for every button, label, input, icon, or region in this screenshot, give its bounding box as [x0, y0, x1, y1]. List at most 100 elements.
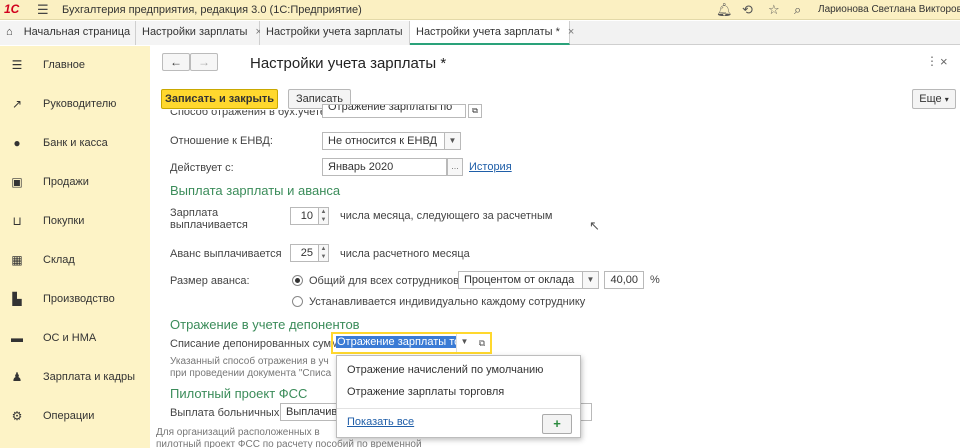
dropdown-option-trade[interactable]: Отражение зарплаты торговля: [347, 386, 504, 398]
search-icon[interactable]: ⌕: [794, 2, 801, 18]
deponent-note-line1: Указанный способ отражения в уч: [170, 356, 329, 367]
dropdown-option-default[interactable]: Отражение начислений по умолчанию: [347, 364, 543, 376]
salary-day-suffix: числа месяца, следующего за расчетным: [340, 210, 553, 222]
app-title: Бухгалтерия предприятия, редакция 3.0 (1…: [62, 4, 362, 16]
coin-icon: ●: [13, 136, 21, 150]
sidebar-item-main[interactable]: ☰ Главное: [0, 46, 150, 85]
save-and-close-button[interactable]: Записать и закрыть: [161, 89, 278, 109]
sick-pay-label: Выплата больничных:: [170, 407, 283, 419]
sidebar-item-label: ОС и НМА: [43, 332, 97, 344]
effective-date-field[interactable]: Январь 2020: [322, 158, 447, 176]
history-icon[interactable]: ⟲: [742, 2, 753, 18]
advance-day-stepper[interactable]: ▲ ▼: [319, 244, 329, 262]
person-icon: ♟: [11, 370, 23, 384]
dropdown-divider: [337, 408, 580, 409]
more-button[interactable]: Еще ▾: [912, 89, 956, 109]
back-button[interactable]: ←: [162, 53, 190, 71]
tab-label: Настройки учета зарплаты: [266, 26, 403, 38]
deponent-dropdown-icon[interactable]: ▼: [456, 334, 472, 352]
envd-field[interactable]: Не относится к ЕНВД: [322, 132, 445, 150]
envd-label: Отношение к ЕНВД:: [170, 135, 273, 147]
fss-section-title: Пилотный проект ФСС: [170, 386, 308, 401]
form-title: Настройки учета зарплаты *: [250, 55, 447, 72]
fss-note-line1: Для организаций расположенных в: [156, 427, 320, 438]
tab-label: Начальная страница: [23, 26, 131, 38]
factory-icon: ▙: [12, 292, 22, 306]
menu-lines-icon: ☰: [11, 58, 23, 72]
sidebar-item-purchases[interactable]: ⊔ Покупки: [0, 202, 150, 241]
more-label: Еще: [919, 93, 942, 105]
fss-note-line2: пилотный проект ФСС по расчету пособий п…: [156, 439, 422, 448]
sidebar-item-manager[interactable]: ↗ Руководителю: [0, 85, 150, 124]
chevron-down-icon: ▾: [944, 95, 949, 104]
user-name[interactable]: Ларионова Светлана Викторовна: [818, 4, 960, 15]
advance-day-input[interactable]: 25: [290, 244, 319, 262]
close-icon[interactable]: ×: [568, 26, 574, 38]
advance-day-suffix: числа расчетного месяца: [340, 248, 470, 260]
sidebar-item-production[interactable]: ▙ Производство: [0, 280, 150, 319]
forward-button[interactable]: →: [190, 53, 218, 71]
open-link-icon[interactable]: ⧉: [475, 335, 489, 351]
grid-icon: ▦: [11, 253, 23, 267]
main-menu-icon[interactable]: ☰: [37, 2, 49, 18]
sidebar-item-label: Главное: [43, 59, 86, 71]
tab-bar: ⌂ Начальная страница Настройки зарплаты ×…: [0, 21, 960, 45]
effective-label: Действует с:: [170, 162, 234, 174]
sidebar-item-bank[interactable]: ● Банк и касса: [0, 124, 150, 163]
radio-individual[interactable]: [292, 296, 303, 307]
sidebar-item-payroll[interactable]: ♟ Зарплата и кадры: [0, 358, 150, 397]
radio-common-label[interactable]: Общий для всех сотрудников: [309, 275, 459, 287]
envd-dropdown-icon[interactable]: ▼: [445, 132, 461, 150]
app-logo: 1С: [4, 2, 20, 16]
sidebar-item-label: Руководителю: [43, 98, 117, 110]
tab-home[interactable]: ⌂ Начальная страница: [0, 21, 136, 45]
mouse-cursor-icon: ↖: [589, 218, 600, 233]
sidebar-item-label: Продажи: [43, 176, 89, 188]
home-icon: ⌂: [6, 26, 13, 38]
truck-icon: ▬: [11, 331, 23, 345]
title-bar: 1С ☰ Бухгалтерия предприятия, редакция 3…: [0, 0, 960, 20]
add-item-button[interactable]: +: [542, 414, 572, 434]
bell-icon[interactable]: 🔔︎: [716, 2, 733, 18]
advance-mode-dropdown-icon[interactable]: ▼: [583, 271, 599, 289]
open-link-icon[interactable]: ⧉: [468, 104, 482, 118]
trend-icon: ↗: [11, 97, 23, 111]
radio-common[interactable]: [292, 275, 303, 286]
tab-salary-settings[interactable]: Настройки зарплаты ×: [136, 21, 262, 45]
accounting-method-label: Способ отражения в бух.учете:: [170, 110, 330, 118]
sidebar-item-label: Склад: [43, 254, 75, 266]
advance-size-label: Размер аванса:: [170, 275, 250, 287]
sidebar-item-label: Зарплата и кадры: [43, 371, 136, 383]
salary-day-input[interactable]: 10: [290, 207, 319, 225]
show-all-link[interactable]: Показать все: [347, 416, 414, 428]
deponent-label: Списание депонированных сумм:: [170, 338, 342, 350]
close-form-icon[interactable]: ×: [940, 54, 948, 69]
select-period-icon[interactable]: …: [447, 158, 463, 176]
deponent-field[interactable]: Отражение зарплаты то: [334, 334, 456, 352]
sidebar-item-assets[interactable]: ▬ ОС и НМА: [0, 319, 150, 358]
sidebar-item-sales[interactable]: ▣ Продажи: [0, 163, 150, 202]
cart-icon: ⊔: [12, 214, 22, 228]
sidebar-item-warehouse[interactable]: ▦ Склад: [0, 241, 150, 280]
accounting-method-field[interactable]: Отражение зарплаты по: [322, 104, 466, 118]
salary-day-stepper[interactable]: ▲ ▼: [319, 207, 329, 225]
advance-percent-input[interactable]: 40,00: [604, 271, 644, 289]
sidebar-item-label: Производство: [43, 293, 115, 305]
deponent-note-line2: при проведении документа "Списа: [170, 368, 332, 379]
sidebar-item-label: Операции: [43, 410, 95, 422]
sidebar-item-label: Покупки: [43, 215, 85, 227]
star-icon[interactable]: ☆: [768, 2, 780, 18]
tab-salary-accounting-settings[interactable]: Настройки учета зарплаты×: [260, 21, 417, 45]
bag-icon: ▣: [11, 175, 23, 189]
deponent-section-title: Отражение в учете депонентов: [170, 317, 360, 332]
sidebar-item-operations[interactable]: ⚙ Операции: [0, 397, 150, 436]
ops-icon: ⚙: [11, 409, 23, 423]
more-actions-icon[interactable]: ⋮: [926, 54, 938, 68]
tab-label: Настройки зарплаты: [142, 26, 248, 38]
deponent-dropdown-list: Отражение начислений по умолчанию Отраже…: [336, 355, 581, 438]
tab-salary-accounting-settings-active[interactable]: Настройки учета зарплаты * ×: [410, 21, 574, 45]
advance-mode-field[interactable]: Процентом от оклада: [458, 271, 583, 289]
radio-individual-label[interactable]: Устанавливается индивидуально каждому со…: [309, 296, 585, 308]
history-link[interactable]: История: [469, 161, 512, 173]
sidebar-item-label: Банк и касса: [43, 137, 108, 149]
